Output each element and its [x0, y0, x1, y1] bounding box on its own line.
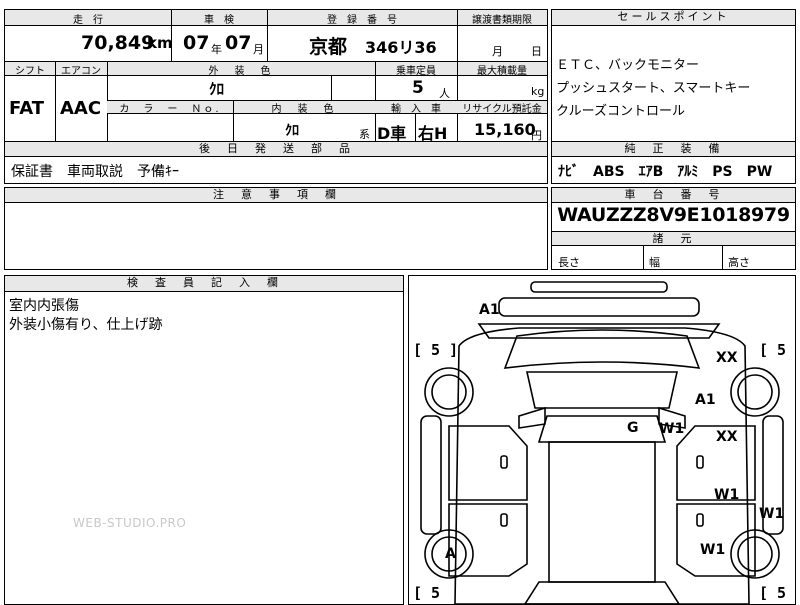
- watermark: WEB-STUDIO.PRO: [73, 516, 187, 530]
- car-diagram-box: [ 5 ] [ 5 [ 5 [ 5 A1 XX A1 G W1 XX W1 W1…: [408, 275, 796, 605]
- left-front-door: [448, 425, 528, 501]
- capacity-value: 5: [412, 78, 424, 98]
- capacity-label: 乗車定員: [396, 66, 436, 77]
- tire-tread-right-bottom: [ 5: [759, 584, 787, 602]
- sales-points-box: セールスポイント ＥＴＣ、バックモニター プッシュスタート、スマートキー クルー…: [551, 9, 796, 142]
- load-label: 最大積載量: [477, 66, 527, 77]
- spec-grid: シフト エアコン 外 装 色 乗車定員 最大積載量 FAT AAC ｸﾛ 5 人…: [4, 61, 548, 143]
- recycle-fee: 15,160: [474, 120, 536, 139]
- registration-city: 京都: [309, 36, 348, 58]
- left-mirror: [518, 406, 546, 429]
- parts-header: 後 日 発 送 部 品: [5, 142, 547, 157]
- roof-outline: [548, 441, 656, 583]
- inspector-line-1: 室内内張傷: [9, 298, 79, 314]
- color-no-label: カ ラ ー Ｎｏ.: [119, 104, 221, 115]
- transfer-label: 譲渡書類期限: [472, 15, 532, 26]
- notes-box: 注 意 事 項 欄: [4, 187, 548, 270]
- ac-label: エアコン: [61, 66, 101, 77]
- inspector-box: 検 査 員 記 入 欄 室内内張傷 外装小傷有り、仕上げ跡 WEB-STUDIO…: [4, 275, 404, 605]
- mileage-unit: km: [147, 34, 173, 52]
- mileage-value: 70,849: [81, 32, 155, 54]
- width-label: 幅: [649, 256, 660, 269]
- notes-header: 注 意 事 項 欄: [5, 188, 547, 203]
- capacity-unit: 人: [439, 87, 450, 100]
- front-grille-outline: [498, 297, 700, 317]
- inspector-header: 検 査 員 記 入 欄: [5, 276, 403, 292]
- right-rear-door: [676, 503, 756, 577]
- int-color-value: ｸﾛ: [285, 123, 299, 139]
- import-label: 輸 入 車: [391, 104, 441, 115]
- shaken-month: 07: [225, 32, 252, 54]
- transfer-day-unit: 日: [531, 45, 542, 58]
- chassis-number: WAUZZZ8V9E1018979: [557, 204, 790, 226]
- sales-point-2: プッシュスタート、スマートキー: [556, 81, 751, 96]
- shaken-month-unit: 月: [253, 43, 264, 56]
- chassis-box: 車 台 番 号 WAUZZZ8V9E1018979 諸 元 長さ 幅 高さ: [551, 187, 796, 270]
- roof-front-outline: [537, 415, 667, 443]
- parts-value: 保証書 車両取説 予備ｷｰ: [11, 164, 179, 180]
- shift-label: シフト: [15, 66, 45, 77]
- damage-mark-w1-mid: W1: [659, 421, 685, 437]
- inspector-line-2: 外装小傷有り、仕上げ跡: [9, 317, 163, 333]
- sales-points-header: セールスポイント: [552, 10, 795, 26]
- length-label: 長さ: [558, 256, 580, 269]
- ac-value: AAC: [60, 98, 102, 119]
- damage-mark-a-left: A: [445, 546, 456, 562]
- recycle-label: リサイクル預託金: [462, 104, 542, 115]
- transfer-month-unit: 月: [492, 45, 503, 58]
- top-grid: 走 行 車 検 登 録 番 号 譲渡書類期限 70,849 km 07 年 07…: [4, 9, 548, 62]
- int-color-label: 内 装 色: [271, 104, 337, 115]
- dims-header: 諸 元: [552, 231, 795, 246]
- shaken-label: 車 検: [204, 15, 234, 26]
- equipment-header: 純 正 装 備: [552, 142, 795, 157]
- shaken-year: 07: [183, 32, 210, 54]
- load-unit: kg: [531, 85, 545, 98]
- damage-mark-w1-edge: W1: [759, 506, 785, 522]
- tire-tread-left-bottom: [ 5: [413, 584, 441, 602]
- equipment-box: 純 正 装 備 ﾅﾋﾞ ABS ｴｱB ｱﾙﾐ PS PW: [551, 141, 796, 184]
- shift-value: FAT: [9, 98, 45, 119]
- windshield-outline: [503, 329, 701, 369]
- equipment-value: ﾅﾋﾞ ABS ｴｱB ｱﾙﾐ PS PW: [558, 164, 773, 180]
- left-rear-door: [448, 503, 528, 577]
- damage-mark-w1-low: W1: [700, 542, 726, 558]
- damage-mark-w1-right: W1: [714, 487, 740, 503]
- tire-tread-left-top: [ 5 ]: [413, 341, 459, 359]
- body-outline: [454, 327, 750, 604]
- left-skirt: [420, 415, 442, 535]
- tire-tread-right-top: [ 5: [759, 341, 787, 359]
- shaken-year-unit: 年: [211, 43, 222, 56]
- mileage-label: 走 行: [73, 15, 103, 26]
- hood-outline: [526, 371, 678, 409]
- front-bumper-outline: [530, 281, 668, 293]
- ext-color-value: ｸﾛ: [209, 80, 225, 98]
- rear-window-outline: [524, 581, 680, 604]
- sales-point-3: クルーズコントロール: [556, 104, 685, 119]
- registration-label: 登 録 番 号: [327, 15, 397, 26]
- registration-number: 346リ36: [365, 38, 437, 57]
- parts-box: 後 日 発 送 部 品 保証書 車両取説 予備ｷｰ: [4, 141, 548, 184]
- height-label: 高さ: [728, 256, 750, 269]
- sales-point-1: ＥＴＣ、バックモニター: [556, 58, 700, 73]
- chassis-header: 車 台 番 号: [552, 188, 795, 203]
- damage-mark-xx-right: XX: [716, 429, 738, 445]
- damage-mark-a1-right: A1: [695, 392, 716, 408]
- int-color-unit: 系: [359, 128, 370, 141]
- damage-mark-g: G: [627, 420, 639, 436]
- damage-mark-a1-front: A1: [479, 302, 500, 318]
- ext-color-label: 外 装 色: [208, 66, 274, 77]
- damage-mark-xx-upper: XX: [716, 350, 738, 366]
